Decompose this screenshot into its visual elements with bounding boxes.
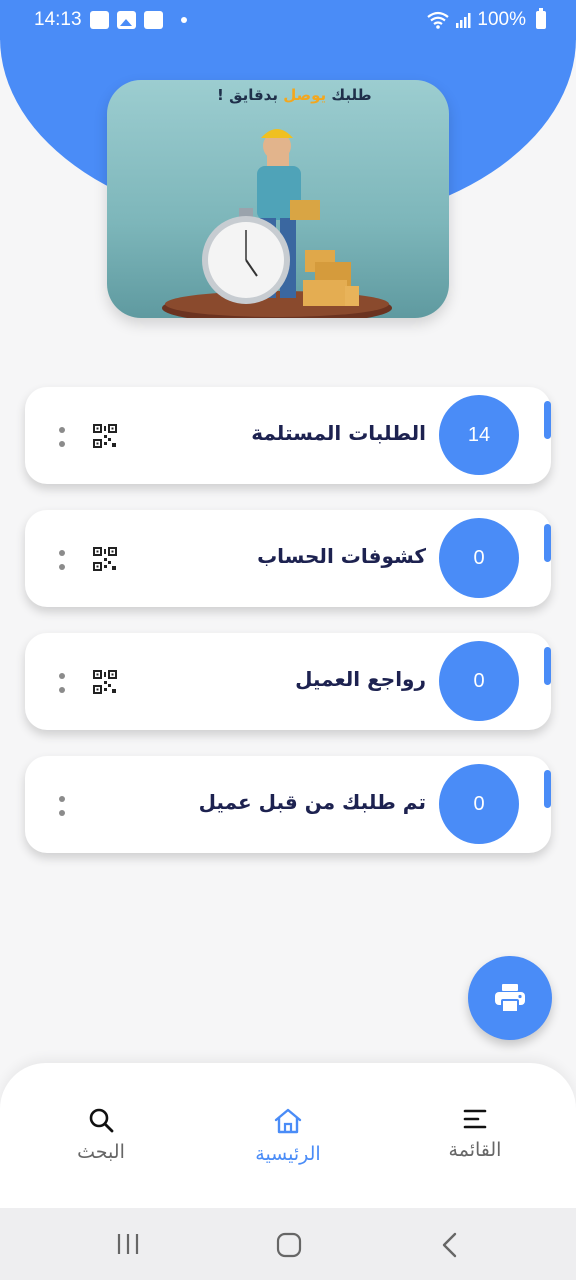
nav-menu[interactable]: القائمة bbox=[415, 1107, 535, 1161]
check-notification-icon bbox=[144, 11, 163, 29]
more-options-icon[interactable] bbox=[59, 427, 65, 449]
card-accent bbox=[544, 770, 551, 808]
card-accent bbox=[544, 647, 551, 685]
more-options-icon[interactable] bbox=[59, 673, 65, 695]
more-options-icon[interactable] bbox=[59, 796, 65, 818]
battery-percent: 100% bbox=[477, 9, 526, 30]
search-icon bbox=[89, 1108, 114, 1133]
app-notification-icon bbox=[90, 11, 109, 29]
card-title: كشوفات الحساب bbox=[257, 544, 426, 568]
home-icon bbox=[274, 1108, 302, 1134]
nav-menu-label: القائمة bbox=[448, 1139, 502, 1161]
courier-illustration bbox=[162, 129, 392, 318]
print-button[interactable] bbox=[468, 956, 552, 1040]
status-bar: 14:13 100% bbox=[0, 0, 576, 40]
nav-home[interactable]: الرئيسية bbox=[228, 1107, 348, 1165]
qr-code-icon[interactable] bbox=[93, 670, 117, 694]
card-customer-returns[interactable]: 0 رواجع العميل bbox=[25, 633, 551, 730]
promo-banner[interactable]: طلبك يوصل بدقايق ! bbox=[107, 80, 449, 318]
count-badge: 0 bbox=[439, 764, 519, 844]
count-badge: 0 bbox=[439, 518, 519, 598]
gallery-notification-icon bbox=[117, 11, 136, 29]
count-badge: 14 bbox=[439, 395, 519, 475]
menu-icon bbox=[463, 1109, 487, 1129]
nav-home-label: الرئيسية bbox=[255, 1143, 321, 1165]
home-system-icon[interactable] bbox=[276, 1232, 302, 1258]
notification-icons bbox=[90, 11, 187, 29]
wifi-icon bbox=[427, 11, 450, 29]
qr-code-icon[interactable] bbox=[93, 547, 117, 571]
bottom-navigation: البحث الرئيسية القائمة bbox=[0, 1063, 576, 1208]
status-right: 100% bbox=[427, 8, 546, 31]
printer-icon bbox=[495, 984, 525, 1013]
qr-code-icon[interactable] bbox=[93, 424, 117, 448]
card-accent bbox=[544, 401, 551, 439]
recent-apps-icon[interactable] bbox=[115, 1232, 141, 1256]
signal-icon bbox=[456, 13, 471, 28]
card-account-statements[interactable]: 0 كشوفات الحساب bbox=[25, 510, 551, 607]
count-badge: 0 bbox=[439, 641, 519, 721]
card-accent bbox=[544, 524, 551, 562]
system-navigation-bar bbox=[0, 1208, 576, 1280]
card-title: الطلبات المستلمة bbox=[251, 421, 426, 445]
card-received-orders[interactable]: 14 الطلبات المستلمة bbox=[25, 387, 551, 484]
card-title: رواجع العميل bbox=[295, 667, 426, 691]
nav-search-label: البحث bbox=[77, 1141, 125, 1163]
card-title: تم طلبك من قبل عميل bbox=[198, 790, 426, 814]
battery-icon bbox=[536, 8, 546, 29]
status-time: 14:13 bbox=[34, 9, 82, 30]
back-icon[interactable] bbox=[440, 1232, 460, 1258]
card-requested-by-customer[interactable]: 0 تم طلبك من قبل عميل bbox=[25, 756, 551, 853]
more-notifications-dot-icon bbox=[181, 17, 187, 23]
more-options-icon[interactable] bbox=[59, 550, 65, 572]
nav-search[interactable]: البحث bbox=[41, 1107, 161, 1163]
